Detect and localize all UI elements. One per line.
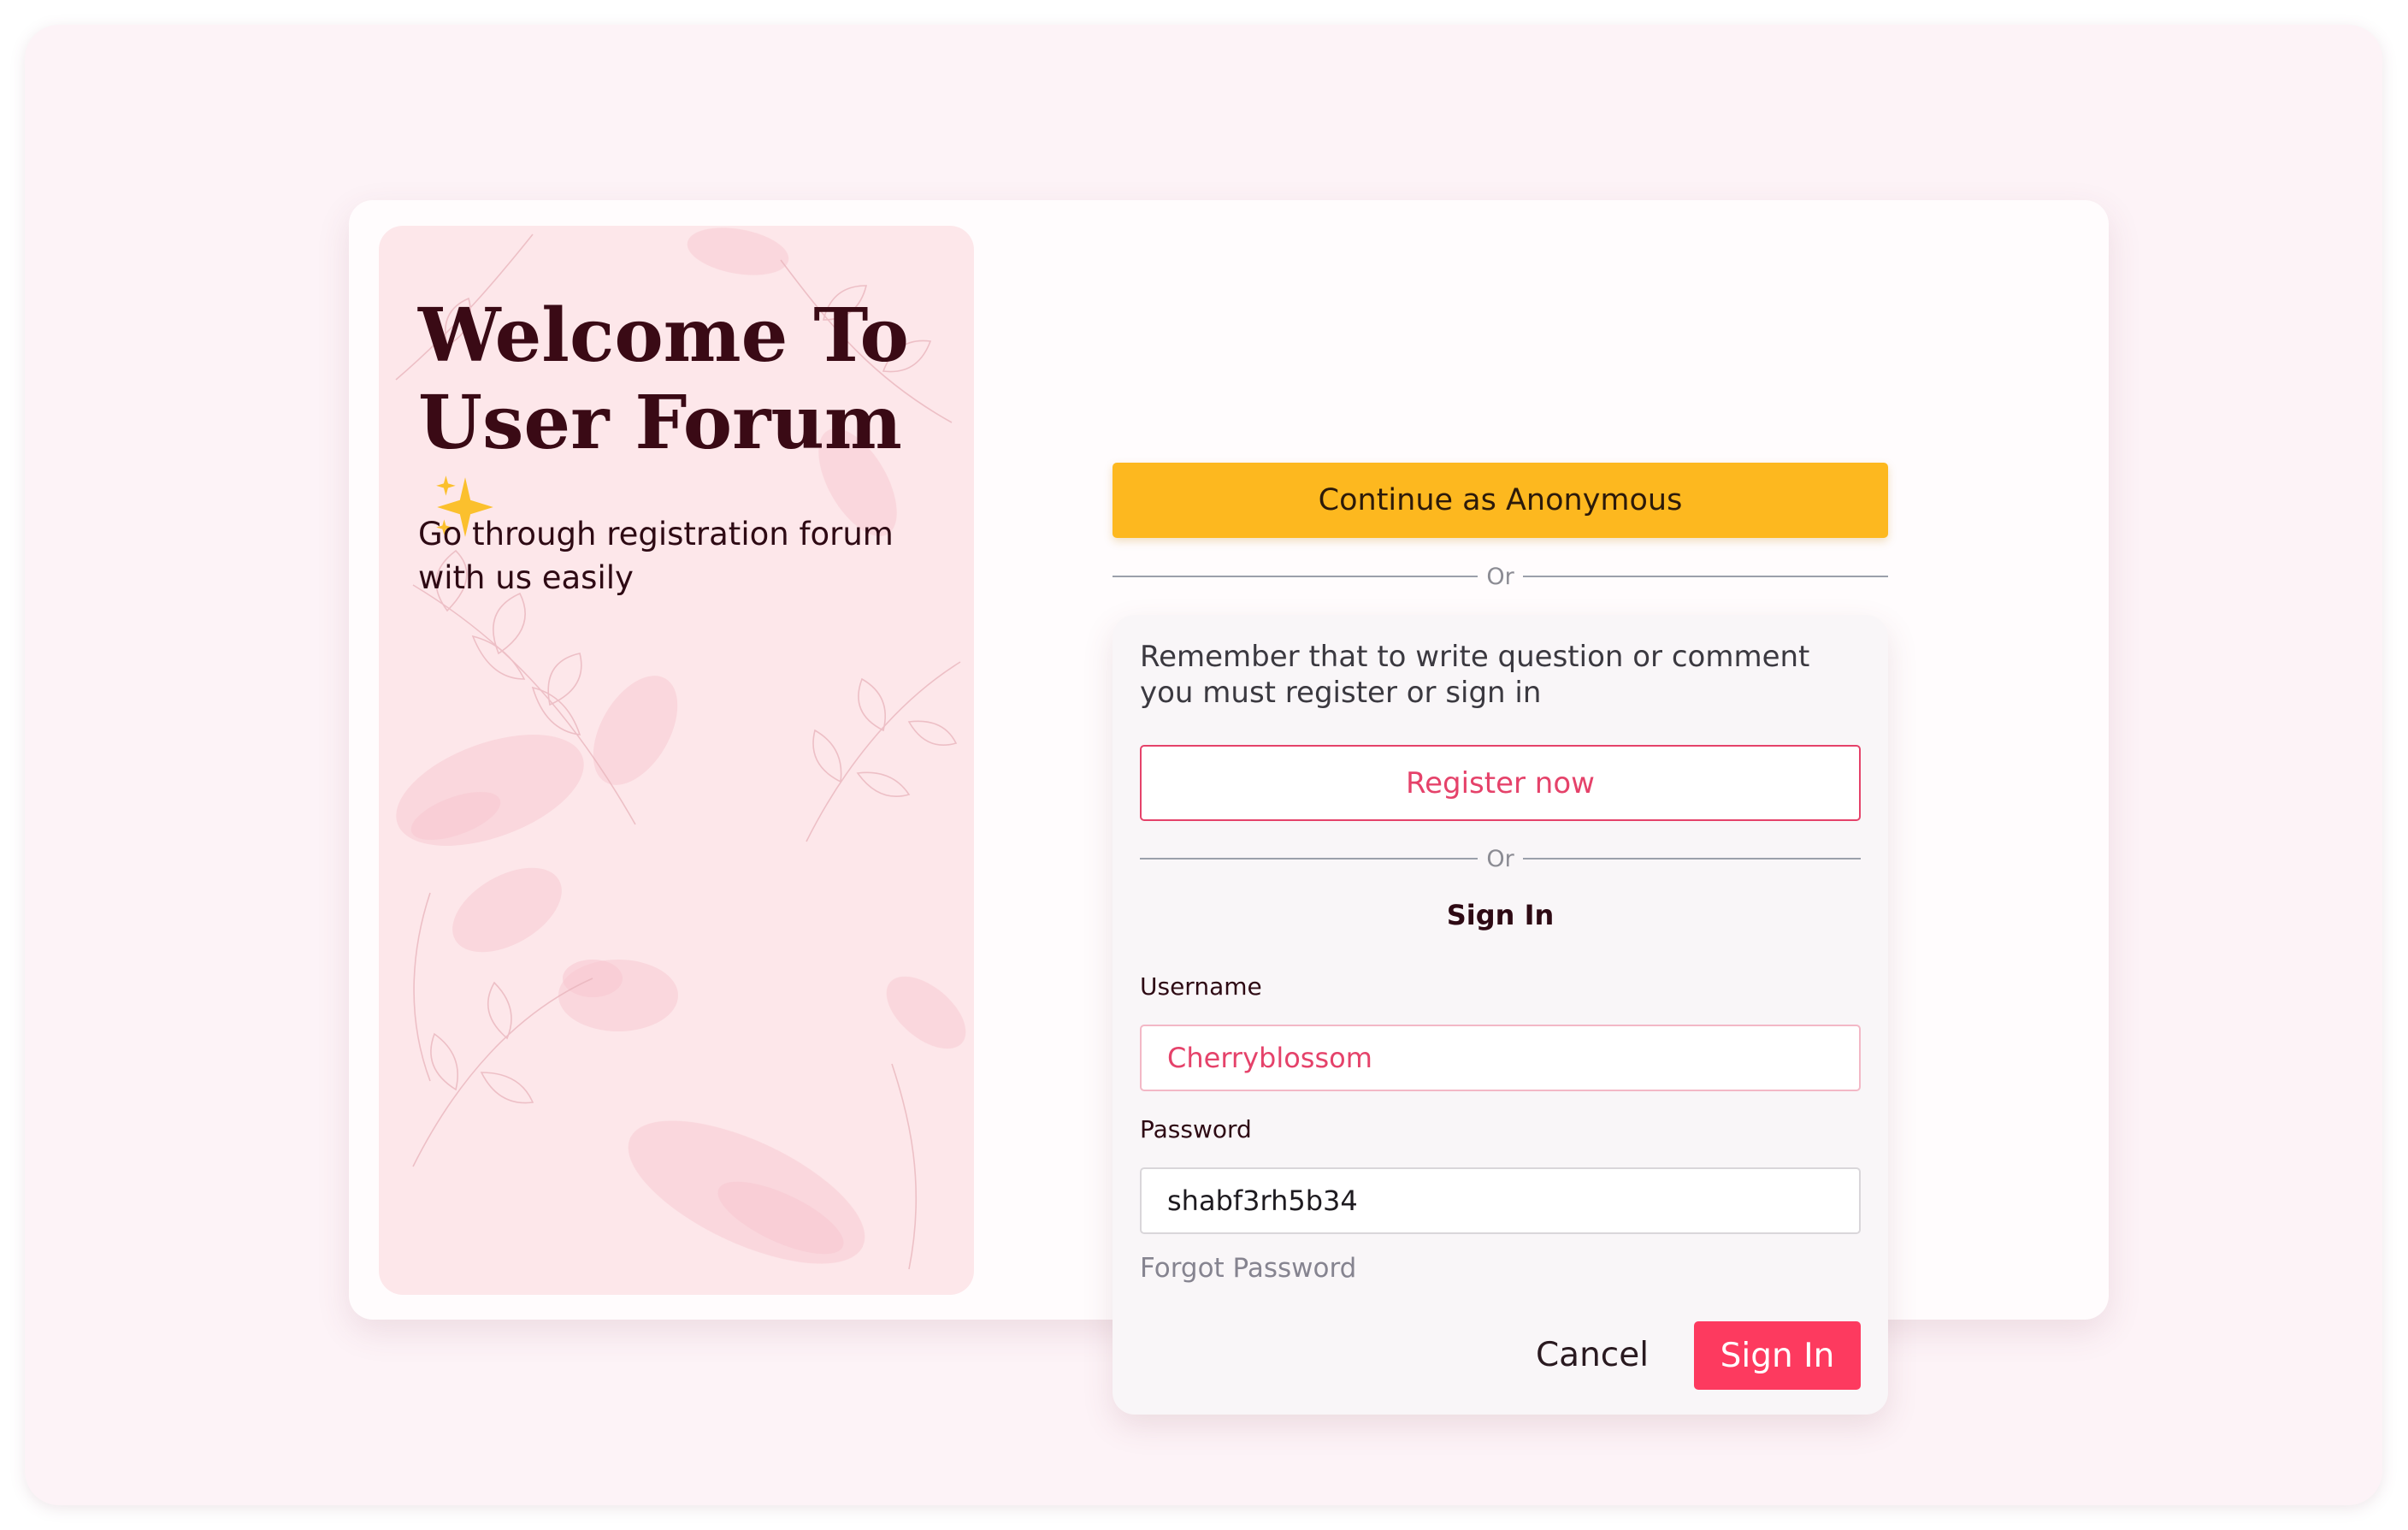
password-label: Password bbox=[1140, 1115, 1252, 1143]
app-frame: Welcome To User Forum Go through registr… bbox=[25, 25, 2382, 1505]
welcome-panel: Welcome To User Forum Go through registr… bbox=[379, 226, 974, 1295]
cancel-button[interactable]: Cancel bbox=[1520, 1321, 1665, 1388]
divider-line-right bbox=[1522, 576, 1889, 577]
register-notice: Remember that to write question or comme… bbox=[1140, 640, 1810, 710]
signin-heading: Sign In bbox=[1446, 899, 1555, 931]
sign-in-button[interactable]: Sign In bbox=[1694, 1321, 1861, 1390]
username-input[interactable] bbox=[1140, 1025, 1861, 1091]
forum-card: Welcome To User Forum Go through registr… bbox=[349, 200, 2109, 1415]
signin-card: Remember that to write question or comme… bbox=[1113, 615, 1888, 1415]
register-now-button[interactable]: Register now bbox=[1140, 745, 1861, 821]
divider-line-left bbox=[1113, 576, 1478, 577]
divider-line-right bbox=[1522, 858, 1862, 860]
welcome-title-line2: User Forum bbox=[418, 380, 902, 466]
forgot-password-link[interactable]: Forgot Password bbox=[1140, 1253, 1356, 1284]
or-divider: Or bbox=[1113, 559, 1889, 594]
password-input[interactable] bbox=[1140, 1167, 1861, 1234]
or-divider-signin: Or bbox=[1140, 842, 1862, 876]
username-label: Username bbox=[1140, 972, 1262, 1001]
divider-line-left bbox=[1140, 858, 1478, 860]
welcome-title-line1: Welcome To bbox=[418, 292, 909, 379]
or-divider-label: Or bbox=[1486, 563, 1514, 590]
or-divider-label: Or bbox=[1486, 845, 1514, 872]
continue-anonymous-button[interactable]: Continue as Anonymous bbox=[1113, 463, 1888, 538]
welcome-subtitle: Go through registration forum with us ea… bbox=[418, 516, 894, 596]
